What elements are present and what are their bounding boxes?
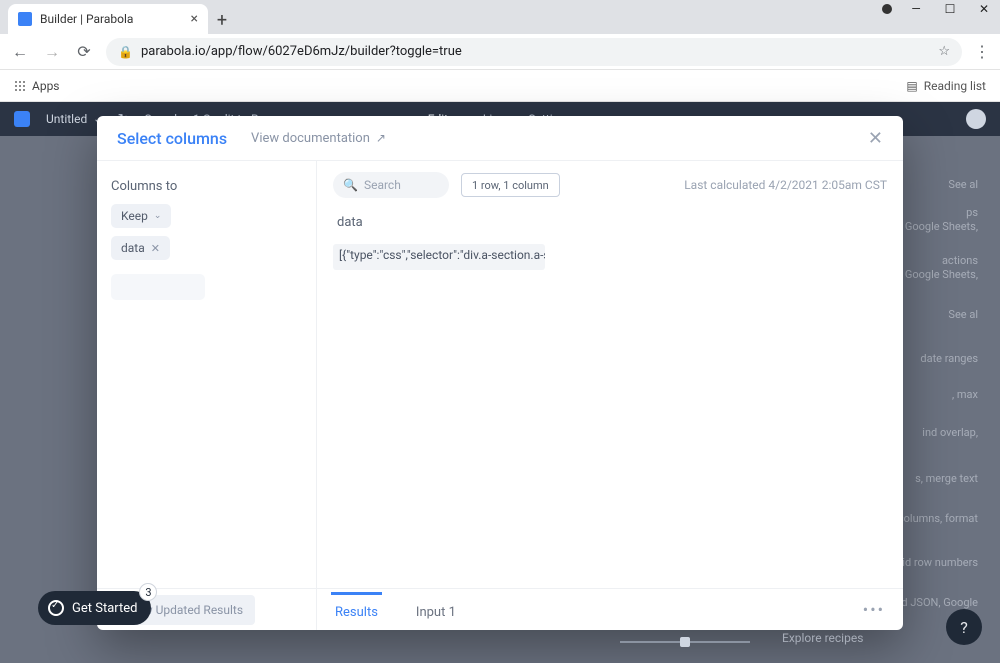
back-button[interactable]: ← bbox=[10, 42, 30, 62]
browser-menu-button[interactable]: ⋮ bbox=[974, 42, 990, 61]
row-count-badge: 1 row, 1 column bbox=[461, 173, 560, 197]
keep-dropdown[interactable]: Keep ⌄ bbox=[111, 204, 171, 228]
columns-to-label: Columns to bbox=[111, 179, 302, 194]
forward-button[interactable]: → bbox=[42, 42, 62, 62]
table-cell[interactable]: [{"type":"css","selector":"div.a-section… bbox=[333, 244, 545, 270]
external-link-icon: ↗ bbox=[376, 131, 386, 145]
bg-text: date ranges bbox=[920, 352, 978, 365]
bg-text: r columns, format bbox=[891, 512, 978, 525]
search-icon: 🔍 bbox=[343, 178, 358, 192]
flow-name[interactable]: Untitled ⌄ bbox=[46, 112, 102, 126]
search-placeholder: Search bbox=[364, 178, 401, 192]
get-started-pill[interactable]: Get Started 3 bbox=[38, 591, 151, 625]
browser-titlebar: Builder | Parabola × + ― ☐ ✕ bbox=[0, 0, 1000, 34]
bg-text: See al bbox=[948, 308, 978, 321]
results-pane: 🔍 Search 1 row, 1 column Last calculated… bbox=[317, 161, 903, 588]
reload-button[interactable]: ⟳ bbox=[74, 42, 94, 61]
chip-label: data bbox=[121, 241, 145, 255]
flow-name-text: Untitled bbox=[46, 112, 87, 126]
bg-text: nd JSON, Google bbox=[895, 596, 978, 609]
help-icon: ? bbox=[960, 618, 968, 637]
results-table: data [{"type":"css","selector":"div.a-se… bbox=[317, 209, 903, 588]
apps-shortcut[interactable]: Apps bbox=[14, 79, 60, 93]
help-fab[interactable]: ? bbox=[946, 609, 982, 645]
zoom-slider-thumb[interactable] bbox=[680, 637, 690, 647]
window-controls: ― ☐ ✕ bbox=[882, 2, 994, 16]
user-avatar[interactable] bbox=[966, 109, 986, 129]
apps-grid-icon bbox=[14, 80, 26, 92]
tab-input1[interactable]: Input 1 bbox=[412, 592, 460, 630]
modal-header: Select columns View documentation ↗ ✕ bbox=[97, 116, 903, 160]
apps-label: Apps bbox=[32, 79, 60, 93]
lock-icon: 🔒 bbox=[118, 45, 133, 59]
bg-text: ps bbox=[966, 206, 978, 219]
favicon bbox=[18, 12, 32, 26]
close-tab-icon[interactable]: × bbox=[191, 11, 198, 27]
new-tab-button[interactable]: + bbox=[208, 6, 236, 34]
bg-text: actions bbox=[942, 254, 978, 267]
add-column-slot[interactable] bbox=[111, 274, 205, 300]
reading-list-label: Reading list bbox=[924, 79, 986, 93]
url-text: parabola.io/app/flow/6027eD6mJz/builder?… bbox=[141, 44, 930, 59]
get-started-label: Get Started bbox=[72, 601, 137, 616]
modal-title: Select columns bbox=[117, 129, 227, 148]
parabola-logo[interactable] bbox=[14, 111, 30, 127]
browser-tab[interactable]: Builder | Parabola × bbox=[8, 4, 208, 34]
view-documentation-link[interactable]: View documentation ↗ bbox=[251, 131, 386, 146]
maximize-button[interactable]: ☐ bbox=[940, 2, 960, 16]
modal-body: Columns to Keep ⌄ data ✕ 🔍 Search bbox=[97, 160, 903, 588]
columns-config-pane: Columns to Keep ⌄ data ✕ bbox=[97, 161, 317, 588]
footer-tabs: Results Input 1 ••• bbox=[317, 589, 903, 630]
bookmark-star-icon[interactable]: ☆ bbox=[938, 44, 950, 59]
tab-title: Builder | Parabola bbox=[40, 12, 191, 26]
column-header-data[interactable]: data bbox=[333, 209, 887, 236]
bg-text: , Google Sheets, bbox=[900, 220, 978, 233]
url-input[interactable]: 🔒 parabola.io/app/flow/6027eD6mJz/builde… bbox=[106, 38, 962, 66]
explore-recipes-link[interactable]: Explore recipes bbox=[782, 631, 863, 645]
bg-text: , max bbox=[952, 388, 978, 401]
check-circle-icon bbox=[48, 600, 64, 616]
reading-list-button[interactable]: ▤ Reading list bbox=[906, 79, 986, 93]
close-window-button[interactable]: ✕ bbox=[974, 2, 994, 16]
remove-chip-icon[interactable]: ✕ bbox=[151, 242, 160, 255]
docs-label: View documentation bbox=[251, 131, 370, 146]
results-toolbar: 🔍 Search 1 row, 1 column Last calculated… bbox=[317, 161, 903, 209]
bg-text: s, merge text bbox=[915, 472, 978, 485]
incognito-icon bbox=[882, 4, 892, 14]
column-chip-data[interactable]: data ✕ bbox=[111, 236, 170, 260]
bg-text: , Google Sheets, bbox=[900, 268, 978, 281]
tab-results[interactable]: Results bbox=[331, 592, 382, 630]
bg-text: id row numbers bbox=[902, 556, 978, 569]
address-bar: ← → ⟳ 🔒 parabola.io/app/flow/6027eD6mJz/… bbox=[0, 34, 1000, 70]
chevron-down-icon: ⌄ bbox=[154, 211, 162, 221]
minimize-button[interactable]: ― bbox=[906, 2, 926, 16]
keep-label: Keep bbox=[121, 209, 148, 223]
bookmarks-bar: Apps ▤ Reading list bbox=[0, 70, 1000, 102]
bg-text: See al bbox=[948, 178, 978, 191]
search-input[interactable]: 🔍 Search bbox=[333, 172, 449, 198]
last-calculated-text: Last calculated 4/2/2021 2:05am CST bbox=[684, 178, 887, 192]
close-modal-button[interactable]: ✕ bbox=[868, 128, 883, 149]
bg-text: ind overlap, bbox=[922, 426, 978, 439]
more-menu-icon[interactable]: ••• bbox=[863, 600, 885, 619]
select-columns-modal: Select columns View documentation ↗ ✕ Co… bbox=[97, 116, 903, 630]
reading-list-icon: ▤ bbox=[906, 79, 917, 93]
modal-footer: Show Updated Results Results Input 1 ••• bbox=[97, 588, 903, 630]
